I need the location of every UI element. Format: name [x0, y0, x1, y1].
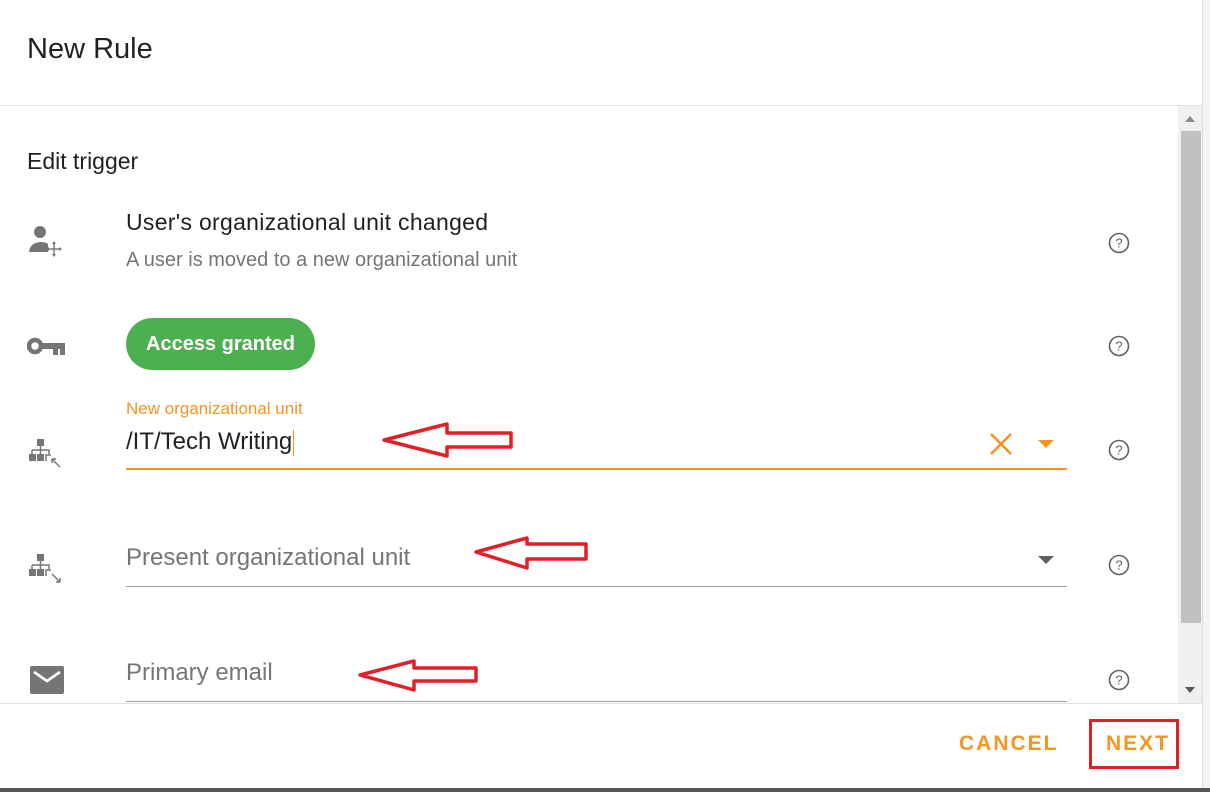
user-move-icon: [29, 226, 62, 257]
new-org-unit-field[interactable]: New organizational unit /IT/Tech Writing: [126, 396, 1067, 471]
new-org-unit-input[interactable]: /IT/Tech Writing: [126, 428, 295, 456]
access-granted-chip[interactable]: Access granted: [126, 318, 315, 370]
svg-text:?: ?: [1115, 443, 1122, 458]
dialog-footer: CANCEL NEXT: [0, 703, 1202, 789]
content-scrollbar[interactable]: [1178, 106, 1202, 703]
trigger-title: User's organizational unit changed: [126, 209, 489, 235]
clear-icon[interactable]: [988, 431, 1014, 457]
email-icon: [30, 666, 64, 694]
field-underline: [126, 468, 1067, 470]
section-title: Edit trigger: [27, 148, 139, 174]
background-edge: [1202, 0, 1210, 792]
dialog-content: Edit trigger User's organizational unit …: [0, 106, 1178, 703]
dialog-title: New Rule: [27, 33, 153, 65]
field-underline: [126, 701, 1067, 702]
scroll-down-arrow-icon[interactable]: [1178, 679, 1202, 703]
dialog-header: New Rule: [0, 0, 1202, 106]
key-icon: [27, 337, 65, 355]
scrollbar-thumb[interactable]: [1181, 131, 1201, 623]
help-icon[interactable]: ?: [1108, 554, 1130, 576]
org-unit-new-icon: [29, 439, 61, 468]
background-edge: [0, 788, 1210, 792]
annotation-arrow: [382, 422, 513, 458]
svg-text:?: ?: [1115, 339, 1122, 354]
svg-text:?: ?: [1115, 673, 1122, 688]
svg-text:?: ?: [1115, 558, 1122, 573]
help-icon[interactable]: ?: [1108, 669, 1130, 691]
help-icon[interactable]: ?: [1108, 232, 1130, 254]
field-underline: [126, 586, 1067, 587]
trigger-description: A user is moved to a new organizational …: [126, 249, 518, 271]
new-org-unit-value: /IT/Tech Writing: [126, 428, 293, 455]
new-org-unit-label: New organizational unit: [126, 399, 303, 418]
help-icon[interactable]: ?: [1108, 439, 1130, 461]
svg-text:?: ?: [1115, 236, 1122, 251]
text-caret: [293, 429, 295, 456]
help-icon[interactable]: ?: [1108, 335, 1130, 357]
annotation-arrow: [358, 659, 478, 692]
next-button[interactable]: NEXT: [1106, 732, 1170, 756]
cancel-button[interactable]: CANCEL: [959, 732, 1059, 756]
primary-email-field[interactable]: Primary email: [126, 642, 1067, 702]
primary-email-input[interactable]: Primary email: [126, 659, 273, 687]
org-unit-present-icon: [29, 554, 61, 583]
annotation-arrow: [474, 536, 588, 570]
present-org-unit-input[interactable]: Present organizational unit: [126, 544, 410, 572]
dropdown-arrow-icon[interactable]: [1037, 439, 1055, 449]
present-org-unit-field[interactable]: Present organizational unit: [126, 526, 1067, 588]
dropdown-arrow-icon[interactable]: [1037, 555, 1055, 565]
new-rule-dialog: New Rule Edit trigger User's organizatio…: [0, 0, 1202, 788]
scroll-up-arrow-icon[interactable]: [1178, 106, 1202, 130]
